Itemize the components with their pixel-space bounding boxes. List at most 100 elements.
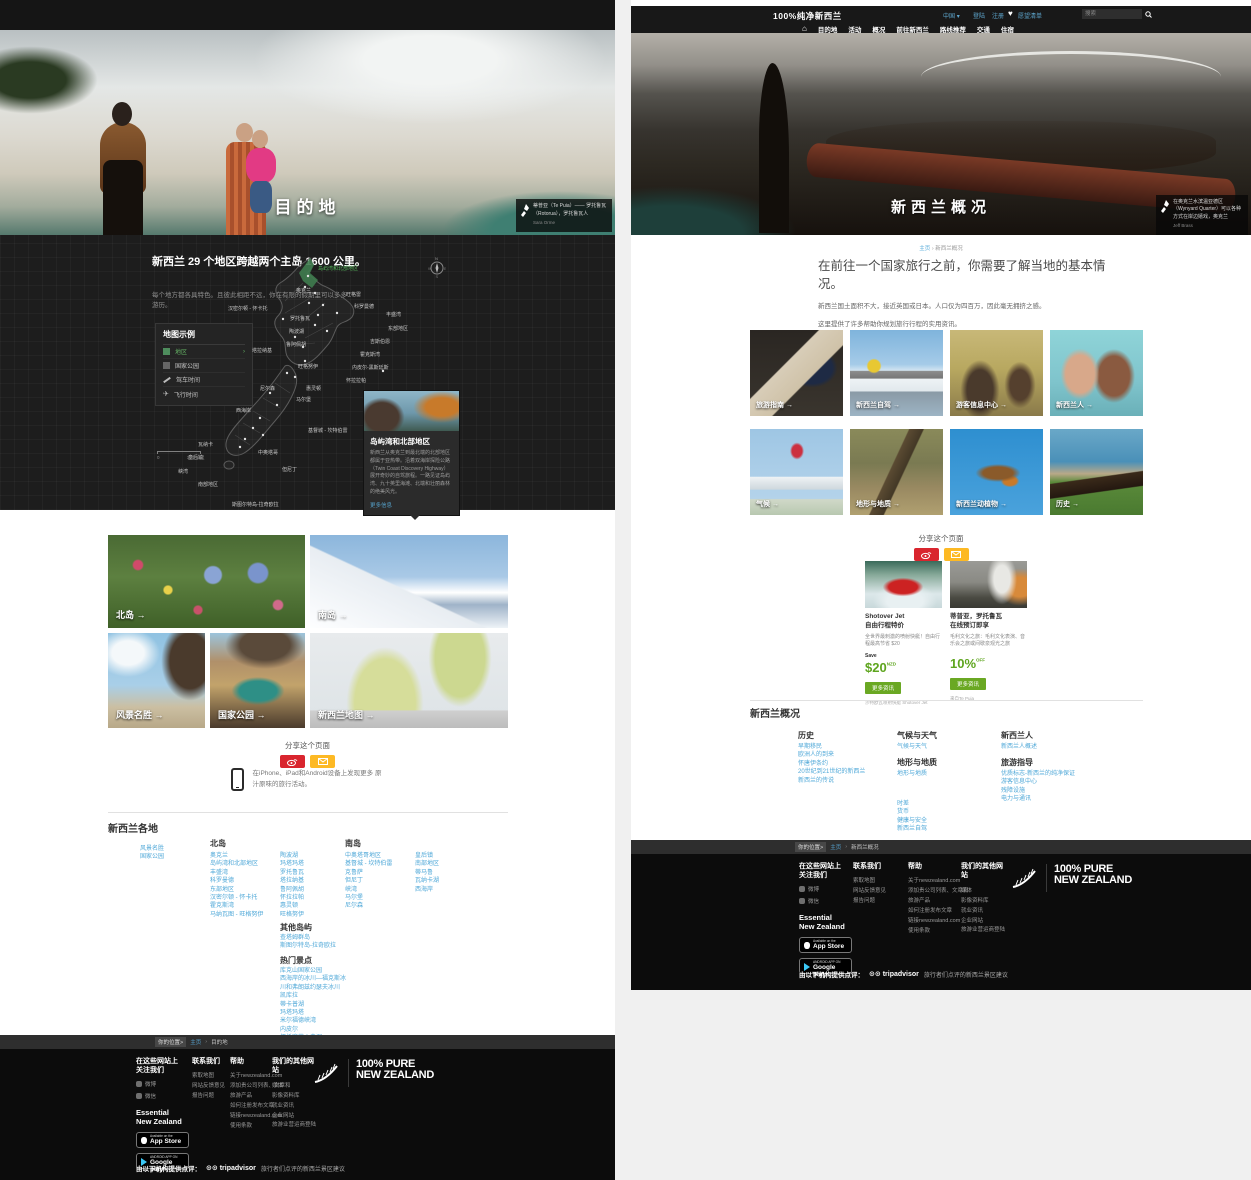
site-logo[interactable]: 100%纯净新西兰: [773, 10, 842, 22]
region-link[interactable]: 丰盛湾: [210, 869, 263, 877]
footer-link[interactable]: 影像资料库: [272, 1092, 320, 1102]
wishlist-link[interactable]: 愿望清单: [1018, 11, 1042, 20]
deal-card-shotover[interactable]: Shotover Jet自由行程特价 全世界最刺激的喷射快艇！自由行程最高节省 …: [865, 561, 942, 706]
app-store-badge[interactable]: Available on the App Store: [136, 1132, 189, 1148]
footer-link[interactable]: 索取地图: [853, 877, 897, 887]
app-store-badge[interactable]: Available on the App Store: [799, 937, 852, 953]
region-link[interactable]: 中奥塔哥地区: [345, 852, 392, 860]
tile-driving-nz[interactable]: 新西兰自驾 →: [850, 330, 943, 416]
region-link[interactable]: 岛屿湾和北部地区: [210, 860, 263, 868]
weibo-share-button[interactable]: [280, 755, 305, 768]
map-region-label[interactable]: 瓦纳卡: [198, 441, 213, 448]
map-region-label[interactable]: 东部地区: [388, 325, 408, 332]
map-region-label[interactable]: 怀拉拉帕: [346, 377, 366, 384]
map-region-label[interactable]: 斯图尔特岛-拉奇欧拉: [232, 501, 279, 508]
card-north-island[interactable]: 北岛 →: [108, 535, 305, 628]
map-region-label[interactable]: 罗托鲁瓦: [290, 315, 310, 322]
region-link[interactable]: 汉密尔顿 - 怀卡托: [210, 894, 263, 902]
region-link[interactable]: 基督城 - 坎特伯雷: [345, 860, 392, 868]
tile-travel-tips[interactable]: 旅游指南 →: [750, 330, 843, 416]
region-link[interactable]: 玛塔玛塔: [280, 860, 304, 868]
map-region-label[interactable]: 岛屿湾和北部地区: [318, 265, 358, 272]
region-link[interactable]: 霍克斯湾: [210, 902, 263, 910]
map-region-label[interactable]: 吉斯伯恩: [370, 338, 390, 345]
tile-climate[interactable]: 气候 →: [750, 429, 843, 515]
region-link[interactable]: 瓦纳卡湖: [415, 877, 439, 885]
attraction-link[interactable]: 库克山国家公园: [280, 967, 346, 975]
map-region-label[interactable]: 汉密尔顿 - 怀卡托: [228, 305, 267, 312]
region-link[interactable]: 鲁阿佩胡: [280, 886, 304, 894]
region-link[interactable]: 西海岸: [415, 886, 439, 894]
region-link[interactable]: 罗托鲁瓦: [280, 869, 304, 877]
region-link[interactable]: 塔拉纳基: [280, 877, 304, 885]
home-nav-icon[interactable]: ⌂: [802, 25, 807, 33]
footer-link[interactable]: 媒体: [961, 887, 1009, 897]
more-info-button[interactable]: 更多资讯: [950, 678, 986, 690]
breadcrumb-home-link[interactable]: 主页: [919, 246, 930, 252]
map-region-label[interactable]: 南部地区: [198, 481, 218, 488]
map-region-label[interactable]: 陶波湖: [289, 328, 304, 335]
tile-nz-people[interactable]: 新西兰人 →: [1050, 330, 1143, 416]
card-scenic-highlights[interactable]: 风景名胜 →: [108, 633, 205, 728]
attraction-link[interactable]: 西海岸的冰川—福克斯冰: [280, 975, 346, 983]
tripadvisor-logo[interactable]: ⊙⊙ tripadvisor: [206, 1164, 256, 1172]
overview-link[interactable]: 残障设施: [1001, 787, 1075, 795]
search-icon[interactable]: [1145, 11, 1152, 18]
card-nz-map[interactable]: 新西兰地图 →: [310, 633, 508, 728]
weibo-share-button[interactable]: [914, 548, 939, 561]
email-share-button[interactable]: [310, 755, 335, 768]
region-link[interactable]: 国家公园: [140, 853, 164, 861]
footer-link[interactable]: 企业网站: [272, 1112, 320, 1122]
search-input[interactable]: [1082, 9, 1142, 19]
footer-link[interactable]: 就业资讯: [961, 907, 1009, 917]
overview-link[interactable]: 优质标志-新西兰的纯净保证: [1001, 770, 1075, 778]
attraction-link[interactable]: 玛塔玛塔: [280, 1009, 346, 1017]
region-tooltip-card[interactable]: 岛屿湾和北部地区 新西兰从奥克兰到最北端的北部地区都属于亚热带。沿着双海岸探险公…: [363, 390, 460, 516]
attraction-link[interactable]: 凯库拉: [280, 992, 346, 1000]
tile-flora-fauna[interactable]: 新西兰动植物 →: [950, 429, 1043, 515]
map-region-label[interactable]: 丰盛湾: [386, 311, 401, 318]
overview-link[interactable]: 怀唐伊条约: [798, 760, 865, 768]
email-share-button[interactable]: [944, 548, 969, 561]
footer-link[interactable]: 就业资讯: [272, 1102, 320, 1112]
region-link[interactable]: 克鲁萨: [345, 869, 392, 877]
attraction-link[interactable]: 川和弗朗兹约瑟夫冰川: [280, 984, 346, 992]
map-region-label[interactable]: 但尼丁: [282, 466, 297, 473]
overview-link[interactable]: 健康与安全: [897, 817, 927, 825]
tile-visitor-centres[interactable]: 游客信息中心 →: [950, 330, 1043, 416]
map-region-label[interactable]: 旺格雷: [346, 291, 361, 298]
overview-link[interactable]: 20世纪到21世纪的新西兰: [798, 768, 865, 776]
footer-link[interactable]: 影像资料库: [961, 897, 1009, 907]
region-link[interactable]: 南部地区: [415, 860, 439, 868]
weibo-link[interactable]: 微博: [799, 885, 845, 893]
map-region-label[interactable]: 奥克兰: [296, 287, 311, 294]
more-info-link[interactable]: 更多信息: [370, 501, 453, 509]
attraction-link[interactable]: 内皮尔: [280, 1026, 346, 1034]
weibo-link[interactable]: 微博: [136, 1080, 182, 1088]
tile-geology[interactable]: 地形与地质 →: [850, 429, 943, 515]
region-link[interactable]: 惠灵顿: [280, 902, 304, 910]
region-link[interactable]: 斯图尔特岛-拉奇欧拉: [280, 942, 336, 950]
overview-link[interactable]: 新西兰人概述: [1001, 743, 1037, 751]
footer-link[interactable]: 报告问题: [853, 897, 897, 907]
breadcrumb-home-link[interactable]: 主页: [190, 1038, 201, 1046]
region-link[interactable]: 旺格努伊: [280, 911, 304, 919]
region-link[interactable]: 科罗曼德: [210, 877, 263, 885]
footer-link[interactable]: 网站反馈意见: [853, 887, 897, 897]
more-info-button[interactable]: 更多资讯: [865, 682, 901, 694]
region-link[interactable]: 风景名胜: [140, 845, 164, 853]
overview-link[interactable]: 气候与天气: [897, 743, 927, 751]
region-link[interactable]: 马纳瓦图 - 旺格努伊: [210, 911, 263, 919]
card-south-island[interactable]: 南岛 →: [310, 535, 508, 628]
attraction-link[interactable]: 蒂卡普湖: [280, 1001, 346, 1009]
map-region-label[interactable]: 旺格努伊: [298, 363, 318, 370]
tile-history[interactable]: 历史 →: [1050, 429, 1143, 515]
map-region-label[interactable]: 惠灵顿: [306, 385, 321, 392]
map-region-label[interactable]: 西海岸: [236, 407, 251, 414]
region-link[interactable]: 但尼丁: [345, 877, 392, 885]
tripadvisor-logo[interactable]: ⊙⊙ tripadvisor: [869, 970, 919, 978]
breadcrumb-home-link[interactable]: 主页: [830, 843, 841, 851]
map-region-label[interactable]: 中奥塔哥: [258, 449, 278, 456]
footer-link[interactable]: 旅游业营运商登陆: [272, 1121, 320, 1131]
region-link[interactable]: 陶波湖: [280, 852, 304, 860]
